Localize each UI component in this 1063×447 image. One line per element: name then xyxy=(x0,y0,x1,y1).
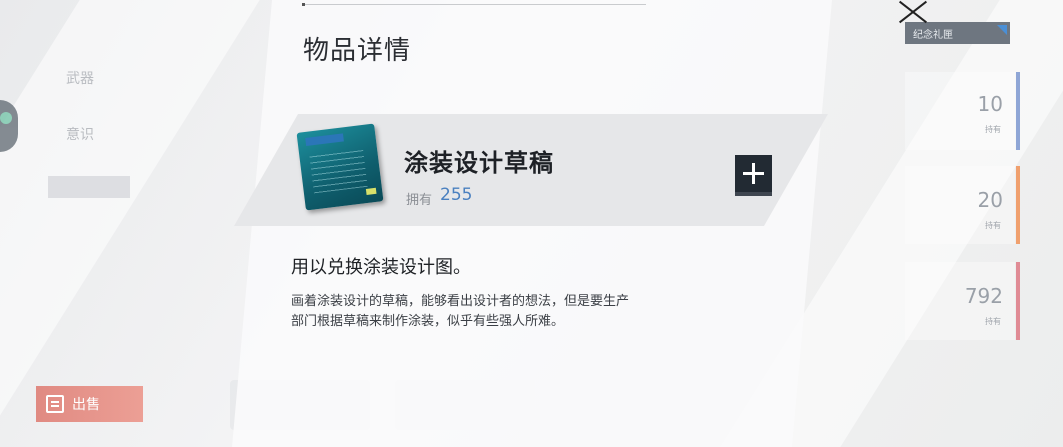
own-label: 拥有 xyxy=(406,193,433,208)
bg-count-value: 10 xyxy=(977,92,1003,116)
bg-count-label: 持有 xyxy=(985,317,1001,326)
card-stripe xyxy=(1016,72,1020,150)
card-stripe xyxy=(1016,166,1020,244)
icon-band xyxy=(305,133,344,146)
icon-lines xyxy=(309,147,368,194)
card-stripe xyxy=(1016,262,1020,340)
description-body: 画着涂装设计的草稿，能够看出设计者的想法，但是要生产 部门根据草稿来制作涂装，似… xyxy=(291,292,721,332)
corner-triangle-icon xyxy=(997,25,1007,35)
souvenir-box-button[interactable]: 纪念礼匣 xyxy=(905,22,1010,44)
bg-count-label: 持有 xyxy=(985,221,1001,230)
bg-selected-tab xyxy=(48,176,130,198)
description-line-2: 部门根据草稿来制作涂装，似乎有些强人所难。 xyxy=(291,314,565,329)
sell-button-label: 出售 xyxy=(72,397,100,413)
divider-dot xyxy=(302,3,305,6)
souvenir-box-label: 纪念礼匣 xyxy=(913,29,953,41)
paint-design-sketch-icon xyxy=(296,123,384,211)
description-heading: 用以兑换涂装设计图。 xyxy=(291,257,471,278)
item-name: 涂装设计草稿 xyxy=(404,149,554,177)
bg-count-label: 持有 xyxy=(985,125,1001,134)
divider xyxy=(302,4,646,5)
bg-stripe xyxy=(0,0,260,447)
bg-count-value: 20 xyxy=(977,188,1003,212)
close-icon[interactable] xyxy=(898,0,928,24)
bg-tab-stigmata: 意识 xyxy=(66,127,94,143)
own-count: 255 xyxy=(440,185,473,205)
bg-count-value: 792 xyxy=(964,284,1003,308)
dialog-title: 物品详情 xyxy=(303,36,412,66)
icon-tag xyxy=(365,187,377,195)
bg-tab-weapon: 武器 xyxy=(66,71,94,87)
sell-button[interactable]: 出售 xyxy=(36,386,143,422)
plus-button[interactable] xyxy=(735,155,772,192)
sell-icon xyxy=(46,395,64,413)
description-line-1: 画着涂装设计的草稿，能够看出设计者的想法，但是要生产 xyxy=(291,294,630,309)
